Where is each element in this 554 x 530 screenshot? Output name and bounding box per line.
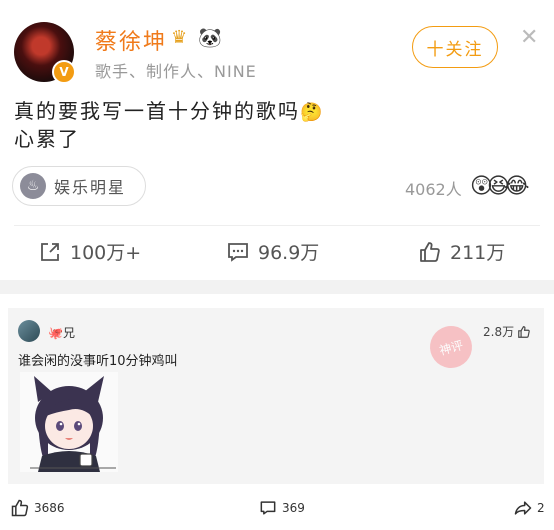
thinking-emoji-icon: 🤔	[300, 102, 325, 123]
divider	[14, 225, 540, 226]
topic-chip[interactable]: ♨ 娱乐明星	[12, 166, 146, 206]
topic-label: 娱乐明星	[54, 178, 127, 197]
repost-count: 100万+	[70, 242, 142, 264]
thumbs-up-icon	[420, 241, 440, 262]
comment-button[interactable]: 96.9万	[226, 238, 319, 265]
comment-text: 谁会闲的没事听10分钟鸡叫	[18, 354, 178, 369]
user-name[interactable]: 蔡徐坤	[95, 24, 167, 56]
bottom-like-count: 3686	[34, 501, 65, 515]
like-button[interactable]: 211万	[418, 238, 505, 265]
user-avatar[interactable]: V	[14, 22, 76, 84]
comment-count: 96.9万	[258, 242, 320, 264]
bottom-comment-count: 369	[282, 501, 305, 515]
section-separator	[0, 280, 554, 294]
flame-icon: ♨	[20, 173, 46, 199]
bottom-share-count: 2	[537, 501, 545, 515]
comment-bubble-icon	[260, 501, 276, 515]
crown-icon: ♛	[171, 27, 188, 48]
bottom-share-button[interactable]: 2	[513, 498, 545, 518]
close-icon[interactable]: ✕	[520, 25, 538, 50]
bottom-like-button[interactable]: 3686	[10, 498, 65, 518]
reaction-emojis-icon[interactable]: 😲😆😂	[470, 174, 530, 199]
octopus-icon: 🐙	[48, 326, 63, 340]
cat-girl-sticker	[30, 376, 116, 472]
comment-sticker-image[interactable]	[20, 372, 118, 472]
comment-icon	[228, 242, 248, 262]
commenter-avatar[interactable]	[18, 320, 40, 342]
user-description: 歌手、制作人、NINE	[95, 62, 257, 81]
bottom-comment-button[interactable]: 369	[258, 498, 305, 518]
post-text: 真的要我写一首十分钟的歌吗🤔 心累了	[14, 98, 324, 153]
comment-like-count: 2.8万	[483, 325, 515, 339]
like-count: 211万	[450, 242, 506, 264]
post-line-2: 心累了	[14, 127, 80, 151]
post-line-1: 真的要我写一首十分钟的歌吗	[14, 99, 300, 123]
comment-like-button[interactable]: 2.8万	[483, 323, 531, 340]
forward-arrow-icon	[514, 501, 532, 515]
thumbs-up-icon	[518, 325, 530, 338]
share-icon	[41, 242, 59, 261]
commenter-name-text: 兄	[62, 326, 75, 340]
reaction-count[interactable]: 4062人	[405, 176, 462, 200]
verified-badge: V	[52, 60, 76, 84]
commenter-name[interactable]: 🐙兄	[48, 324, 75, 341]
thumbs-up-icon	[11, 499, 29, 517]
repost-button[interactable]: 100万+	[38, 238, 141, 265]
follow-button[interactable]: 十关注	[412, 26, 498, 68]
panda-icon: 🐼	[198, 27, 222, 49]
